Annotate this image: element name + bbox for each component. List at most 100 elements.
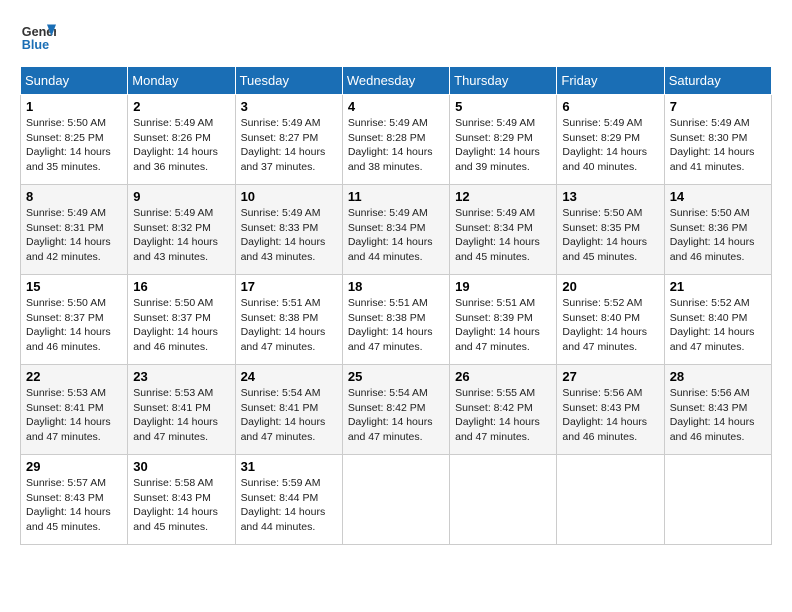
weekday-header-tuesday: Tuesday	[235, 67, 342, 95]
day-number: 8	[26, 189, 122, 204]
calendar-cell: 1 Sunrise: 5:50 AMSunset: 8:25 PMDaylight…	[21, 95, 128, 185]
cell-info: Sunrise: 5:54 AMSunset: 8:42 PMDaylight:…	[348, 386, 444, 445]
calendar-cell: 29 Sunrise: 5:57 AMSunset: 8:43 PMDayligh…	[21, 455, 128, 545]
cell-info: Sunrise: 5:50 AMSunset: 8:37 PMDaylight:…	[133, 296, 229, 355]
day-number: 30	[133, 459, 229, 474]
cell-info: Sunrise: 5:52 AMSunset: 8:40 PMDaylight:…	[670, 296, 766, 355]
day-number: 13	[562, 189, 658, 204]
cell-info: Sunrise: 5:50 AMSunset: 8:36 PMDaylight:…	[670, 206, 766, 265]
day-number: 31	[241, 459, 337, 474]
calendar-cell: 27 Sunrise: 5:56 AMSunset: 8:43 PMDayligh…	[557, 365, 664, 455]
calendar-cell: 30 Sunrise: 5:58 AMSunset: 8:43 PMDayligh…	[128, 455, 235, 545]
calendar-table: SundayMondayTuesdayWednesdayThursdayFrid…	[20, 66, 772, 545]
day-number: 24	[241, 369, 337, 384]
cell-info: Sunrise: 5:49 AMSunset: 8:31 PMDaylight:…	[26, 206, 122, 265]
cell-info: Sunrise: 5:50 AMSunset: 8:37 PMDaylight:…	[26, 296, 122, 355]
day-number: 10	[241, 189, 337, 204]
calendar-cell: 7 Sunrise: 5:49 AMSunset: 8:30 PMDaylight…	[664, 95, 771, 185]
cell-info: Sunrise: 5:54 AMSunset: 8:41 PMDaylight:…	[241, 386, 337, 445]
cell-info: Sunrise: 5:49 AMSunset: 8:29 PMDaylight:…	[455, 116, 551, 175]
day-number: 3	[241, 99, 337, 114]
day-number: 28	[670, 369, 766, 384]
calendar-week-row: 15 Sunrise: 5:50 AMSunset: 8:37 PMDayligh…	[21, 275, 772, 365]
cell-info: Sunrise: 5:52 AMSunset: 8:40 PMDaylight:…	[562, 296, 658, 355]
calendar-cell: 10 Sunrise: 5:49 AMSunset: 8:33 PMDayligh…	[235, 185, 342, 275]
cell-info: Sunrise: 5:53 AMSunset: 8:41 PMDaylight:…	[133, 386, 229, 445]
day-number: 6	[562, 99, 658, 114]
cell-info: Sunrise: 5:56 AMSunset: 8:43 PMDaylight:…	[562, 386, 658, 445]
weekday-header-monday: Monday	[128, 67, 235, 95]
calendar-cell: 25 Sunrise: 5:54 AMSunset: 8:42 PMDayligh…	[342, 365, 449, 455]
day-number: 14	[670, 189, 766, 204]
calendar-cell	[557, 455, 664, 545]
calendar-week-row: 8 Sunrise: 5:49 AMSunset: 8:31 PMDaylight…	[21, 185, 772, 275]
calendar-cell: 8 Sunrise: 5:49 AMSunset: 8:31 PMDaylight…	[21, 185, 128, 275]
page-header: General Blue	[20, 20, 772, 56]
calendar-cell: 22Sunrise: 5:53 AMSunset: 8:41 PMDayligh…	[21, 365, 128, 455]
day-number: 26	[455, 369, 551, 384]
cell-info: Sunrise: 5:51 AMSunset: 8:38 PMDaylight:…	[241, 296, 337, 355]
day-number: 23	[133, 369, 229, 384]
day-number: 21	[670, 279, 766, 294]
calendar-cell: 17Sunrise: 5:51 AMSunset: 8:38 PMDayligh…	[235, 275, 342, 365]
cell-info: Sunrise: 5:59 AMSunset: 8:44 PMDaylight:…	[241, 476, 337, 535]
calendar-cell: 15 Sunrise: 5:50 AMSunset: 8:37 PMDayligh…	[21, 275, 128, 365]
cell-info: Sunrise: 5:50 AMSunset: 8:35 PMDaylight:…	[562, 206, 658, 265]
calendar-cell: 2Sunrise: 5:49 AMSunset: 8:26 PMDaylight…	[128, 95, 235, 185]
day-number: 27	[562, 369, 658, 384]
calendar-cell: 9 Sunrise: 5:49 AMSunset: 8:32 PMDaylight…	[128, 185, 235, 275]
calendar-cell: 28 Sunrise: 5:56 AMSunset: 8:43 PMDayligh…	[664, 365, 771, 455]
calendar-header-row: SundayMondayTuesdayWednesdayThursdayFrid…	[21, 67, 772, 95]
calendar-cell: 3 Sunrise: 5:49 AMSunset: 8:27 PMDaylight…	[235, 95, 342, 185]
cell-info: Sunrise: 5:49 AMSunset: 8:29 PMDaylight:…	[562, 116, 658, 175]
calendar-cell	[342, 455, 449, 545]
day-number: 18	[348, 279, 444, 294]
day-number: 16	[133, 279, 229, 294]
weekday-header-friday: Friday	[557, 67, 664, 95]
cell-info: Sunrise: 5:50 AMSunset: 8:25 PMDaylight:…	[26, 116, 122, 175]
day-number: 4	[348, 99, 444, 114]
calendar-cell: 20Sunrise: 5:52 AMSunset: 8:40 PMDayligh…	[557, 275, 664, 365]
cell-info: Sunrise: 5:49 AMSunset: 8:34 PMDaylight:…	[348, 206, 444, 265]
logo: General Blue	[20, 20, 56, 56]
cell-info: Sunrise: 5:49 AMSunset: 8:30 PMDaylight:…	[670, 116, 766, 175]
calendar-week-row: 1 Sunrise: 5:50 AMSunset: 8:25 PMDaylight…	[21, 95, 772, 185]
calendar-cell: 18 Sunrise: 5:51 AMSunset: 8:38 PMDayligh…	[342, 275, 449, 365]
calendar-cell	[664, 455, 771, 545]
cell-info: Sunrise: 5:57 AMSunset: 8:43 PMDaylight:…	[26, 476, 122, 535]
day-number: 2	[133, 99, 229, 114]
cell-info: Sunrise: 5:49 AMSunset: 8:33 PMDaylight:…	[241, 206, 337, 265]
cell-info: Sunrise: 5:51 AMSunset: 8:38 PMDaylight:…	[348, 296, 444, 355]
weekday-header-wednesday: Wednesday	[342, 67, 449, 95]
day-number: 7	[670, 99, 766, 114]
logo-icon: General Blue	[20, 20, 56, 56]
day-number: 12	[455, 189, 551, 204]
cell-info: Sunrise: 5:58 AMSunset: 8:43 PMDaylight:…	[133, 476, 229, 535]
calendar-cell: 26Sunrise: 5:55 AMSunset: 8:42 PMDayligh…	[450, 365, 557, 455]
day-number: 22	[26, 369, 122, 384]
weekday-header-saturday: Saturday	[664, 67, 771, 95]
day-number: 25	[348, 369, 444, 384]
calendar-cell: 16 Sunrise: 5:50 AMSunset: 8:37 PMDayligh…	[128, 275, 235, 365]
day-number: 9	[133, 189, 229, 204]
weekday-header-thursday: Thursday	[450, 67, 557, 95]
calendar-cell: 14 Sunrise: 5:50 AMSunset: 8:36 PMDayligh…	[664, 185, 771, 275]
calendar-cell: 23 Sunrise: 5:53 AMSunset: 8:41 PMDayligh…	[128, 365, 235, 455]
cell-info: Sunrise: 5:56 AMSunset: 8:43 PMDaylight:…	[670, 386, 766, 445]
calendar-cell: 31 Sunrise: 5:59 AMSunset: 8:44 PMDayligh…	[235, 455, 342, 545]
calendar-cell: 4 Sunrise: 5:49 AMSunset: 8:28 PMDaylight…	[342, 95, 449, 185]
day-number: 15	[26, 279, 122, 294]
cell-info: Sunrise: 5:49 AMSunset: 8:27 PMDaylight:…	[241, 116, 337, 175]
calendar-cell: 19Sunrise: 5:51 AMSunset: 8:39 PMDayligh…	[450, 275, 557, 365]
cell-info: Sunrise: 5:49 AMSunset: 8:28 PMDaylight:…	[348, 116, 444, 175]
cell-info: Sunrise: 5:49 AMSunset: 8:32 PMDaylight:…	[133, 206, 229, 265]
calendar-cell	[450, 455, 557, 545]
day-number: 5	[455, 99, 551, 114]
day-number: 1	[26, 99, 122, 114]
cell-info: Sunrise: 5:49 AMSunset: 8:34 PMDaylight:…	[455, 206, 551, 265]
calendar-cell: 21 Sunrise: 5:52 AMSunset: 8:40 PMDayligh…	[664, 275, 771, 365]
calendar-week-row: 29 Sunrise: 5:57 AMSunset: 8:43 PMDayligh…	[21, 455, 772, 545]
day-number: 29	[26, 459, 122, 474]
cell-info: Sunrise: 5:51 AMSunset: 8:39 PMDaylight:…	[455, 296, 551, 355]
calendar-cell: 6 Sunrise: 5:49 AMSunset: 8:29 PMDaylight…	[557, 95, 664, 185]
